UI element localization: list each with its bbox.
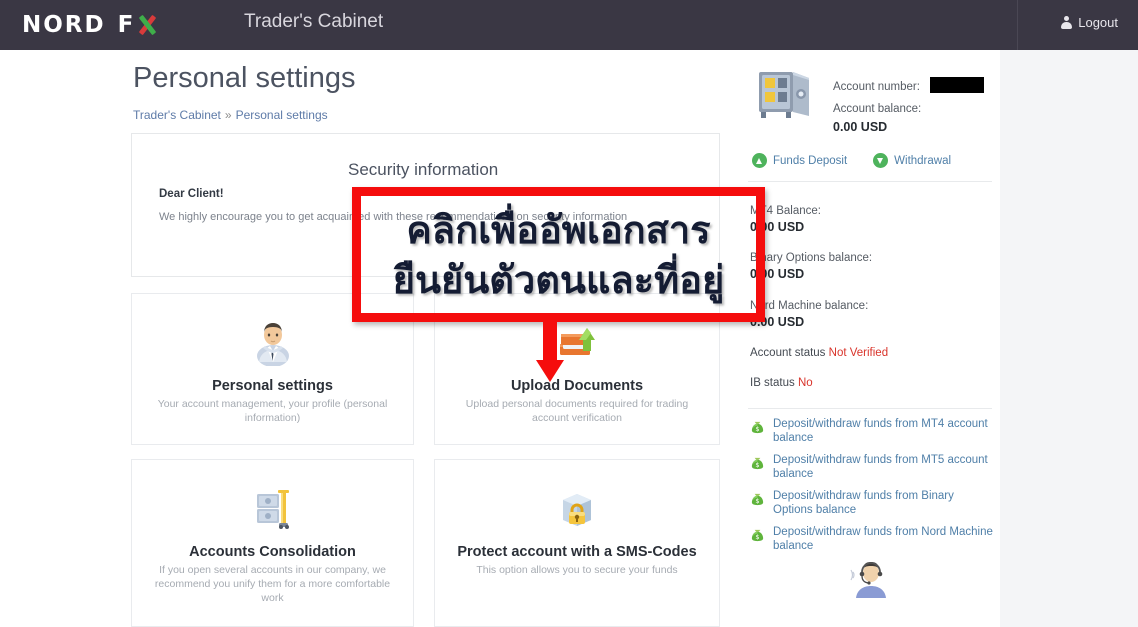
cabinet-title: Trader's Cabinet [244, 11, 384, 32]
balance-value: 0.00 USD [750, 315, 805, 329]
money-bag-icon: $ [751, 529, 764, 541]
svg-text:$: $ [755, 425, 759, 433]
transfer-link-label: Deposit/withdraw funds from Nord Machine… [773, 526, 993, 552]
arrow-shaft [543, 316, 557, 362]
money-bag-icon: $ [751, 457, 764, 469]
balance-label: Binary Options balance: [750, 252, 873, 264]
logout-button[interactable]: Logout [1061, 15, 1118, 30]
ib-status-label: IB status [750, 377, 795, 389]
transfer-link-nord-machine[interactable]: $ Deposit/withdraw funds from Nord Machi… [750, 526, 994, 553]
transfer-link-mt5[interactable]: $ Deposit/withdraw funds from MT5 accoun… [750, 454, 994, 481]
ib-status-badge: No [797, 377, 813, 389]
card-title: Upload Documents [510, 378, 644, 394]
funds-deposit-label: Funds Deposit [773, 154, 848, 167]
transfer-link-label: Deposit/withdraw funds from Binary Optio… [773, 490, 954, 516]
card-description: Upload personal documents required for t… [465, 398, 689, 424]
safe-stack-icon [256, 490, 289, 529]
sidebar-divider-1 [748, 181, 992, 182]
card-description: This option allows you to secure your fu… [476, 564, 678, 576]
locked-box-icon [563, 494, 591, 526]
breadcrumb-link-current[interactable]: Personal settings [236, 108, 328, 122]
arrow-head [536, 360, 564, 382]
balance-nord-machine: Nord Machine balance: 0.00 USD [750, 300, 868, 329]
balance-value: 0.00 USD [750, 267, 805, 281]
withdrawal-label: Withdrawal [894, 154, 952, 167]
account-balance-label: Account balance: [833, 103, 922, 115]
security-heading: Security information [348, 160, 499, 179]
svg-text:$: $ [755, 533, 759, 541]
x-mark-icon [137, 15, 157, 35]
ib-status-row: IB status No [750, 377, 813, 389]
transfer-link-label: Deposit/withdraw funds from MT4 account … [773, 418, 988, 444]
breadcrumb: Trader's Cabinet» Personal settings [133, 108, 328, 122]
logout-label: Logout [1078, 15, 1118, 30]
card-title: Accounts Consolidation [189, 544, 356, 560]
account-status-badge: Not Verified [828, 347, 889, 359]
account-status-row: Account status Not Verified [750, 347, 888, 359]
safe-icon [759, 72, 809, 118]
breadcrumb-separator: » [224, 108, 232, 122]
account-sidebar: Account number: Account balance: 0.00 US… [740, 50, 1000, 627]
arrow-down-circle-icon [873, 153, 889, 168]
card-title: Protect account with a SMS-Codes [457, 544, 697, 560]
nordfx-logo[interactable]: NORD F [22, 12, 157, 38]
money-bag-icon: $ [751, 421, 764, 433]
svg-text:$: $ [755, 461, 759, 469]
funds-deposit-link[interactable]: Funds Deposit [752, 153, 847, 168]
security-salutation: Dear Client! [159, 188, 224, 200]
money-bag-icon: $ [751, 493, 764, 505]
breadcrumb-link-root[interactable]: Trader's Cabinet [133, 108, 221, 122]
card-accounts-consolidation[interactable]: Accounts Consolidation If you open sever… [131, 459, 414, 627]
annotation-red-box [352, 187, 765, 322]
upload-documents-icon [560, 328, 595, 355]
logo-text-f: F [117, 12, 136, 38]
card-description: If you open several accounts in our comp… [154, 564, 391, 604]
businessman-avatar-icon [256, 323, 289, 366]
svg-text:$: $ [755, 497, 759, 505]
card-title: Personal settings [212, 378, 333, 394]
card-sms-protection[interactable]: Protect account with a SMS-Codes This op… [434, 459, 720, 627]
card-description: Your account management, your profile (p… [157, 398, 388, 424]
logo-text-nord: NORD [22, 12, 106, 38]
topbar-divider [1017, 0, 1018, 50]
sidebar-divider-2 [748, 408, 992, 409]
app-root: NORD F Trader's Cabinet Logout Personal … [0, 0, 1138, 627]
withdrawal-link[interactable]: Withdrawal [873, 153, 951, 168]
balance-binary-options: Binary Options balance: 0.00 USD [750, 252, 872, 281]
transfer-link-label: Deposit/withdraw funds from MT5 account … [773, 454, 988, 480]
account-number-label: Account number: [833, 81, 920, 93]
transfer-link-binary[interactable]: $ Deposit/withdraw funds from Binary Opt… [750, 490, 994, 517]
account-number-value-redacted [930, 77, 984, 93]
account-balance-value: 0.00 USD [833, 120, 888, 134]
funds-actions: Funds Deposit Withdrawal [752, 153, 951, 168]
arrow-up-circle-icon [752, 153, 767, 168]
account-status-label: Account status [750, 347, 826, 359]
transfer-link-mt4[interactable]: $ Deposit/withdraw funds from MT4 accoun… [750, 418, 994, 445]
top-navigation-bar: NORD F Trader's Cabinet Logout [0, 0, 1138, 50]
transfer-links-list: $ Deposit/withdraw funds from MT4 accoun… [750, 418, 994, 562]
balance-label: Nord Machine balance: [750, 300, 869, 312]
user-icon [1061, 16, 1073, 29]
page-title: Personal settings [133, 62, 356, 94]
support-agent-icon[interactable] [850, 558, 892, 600]
